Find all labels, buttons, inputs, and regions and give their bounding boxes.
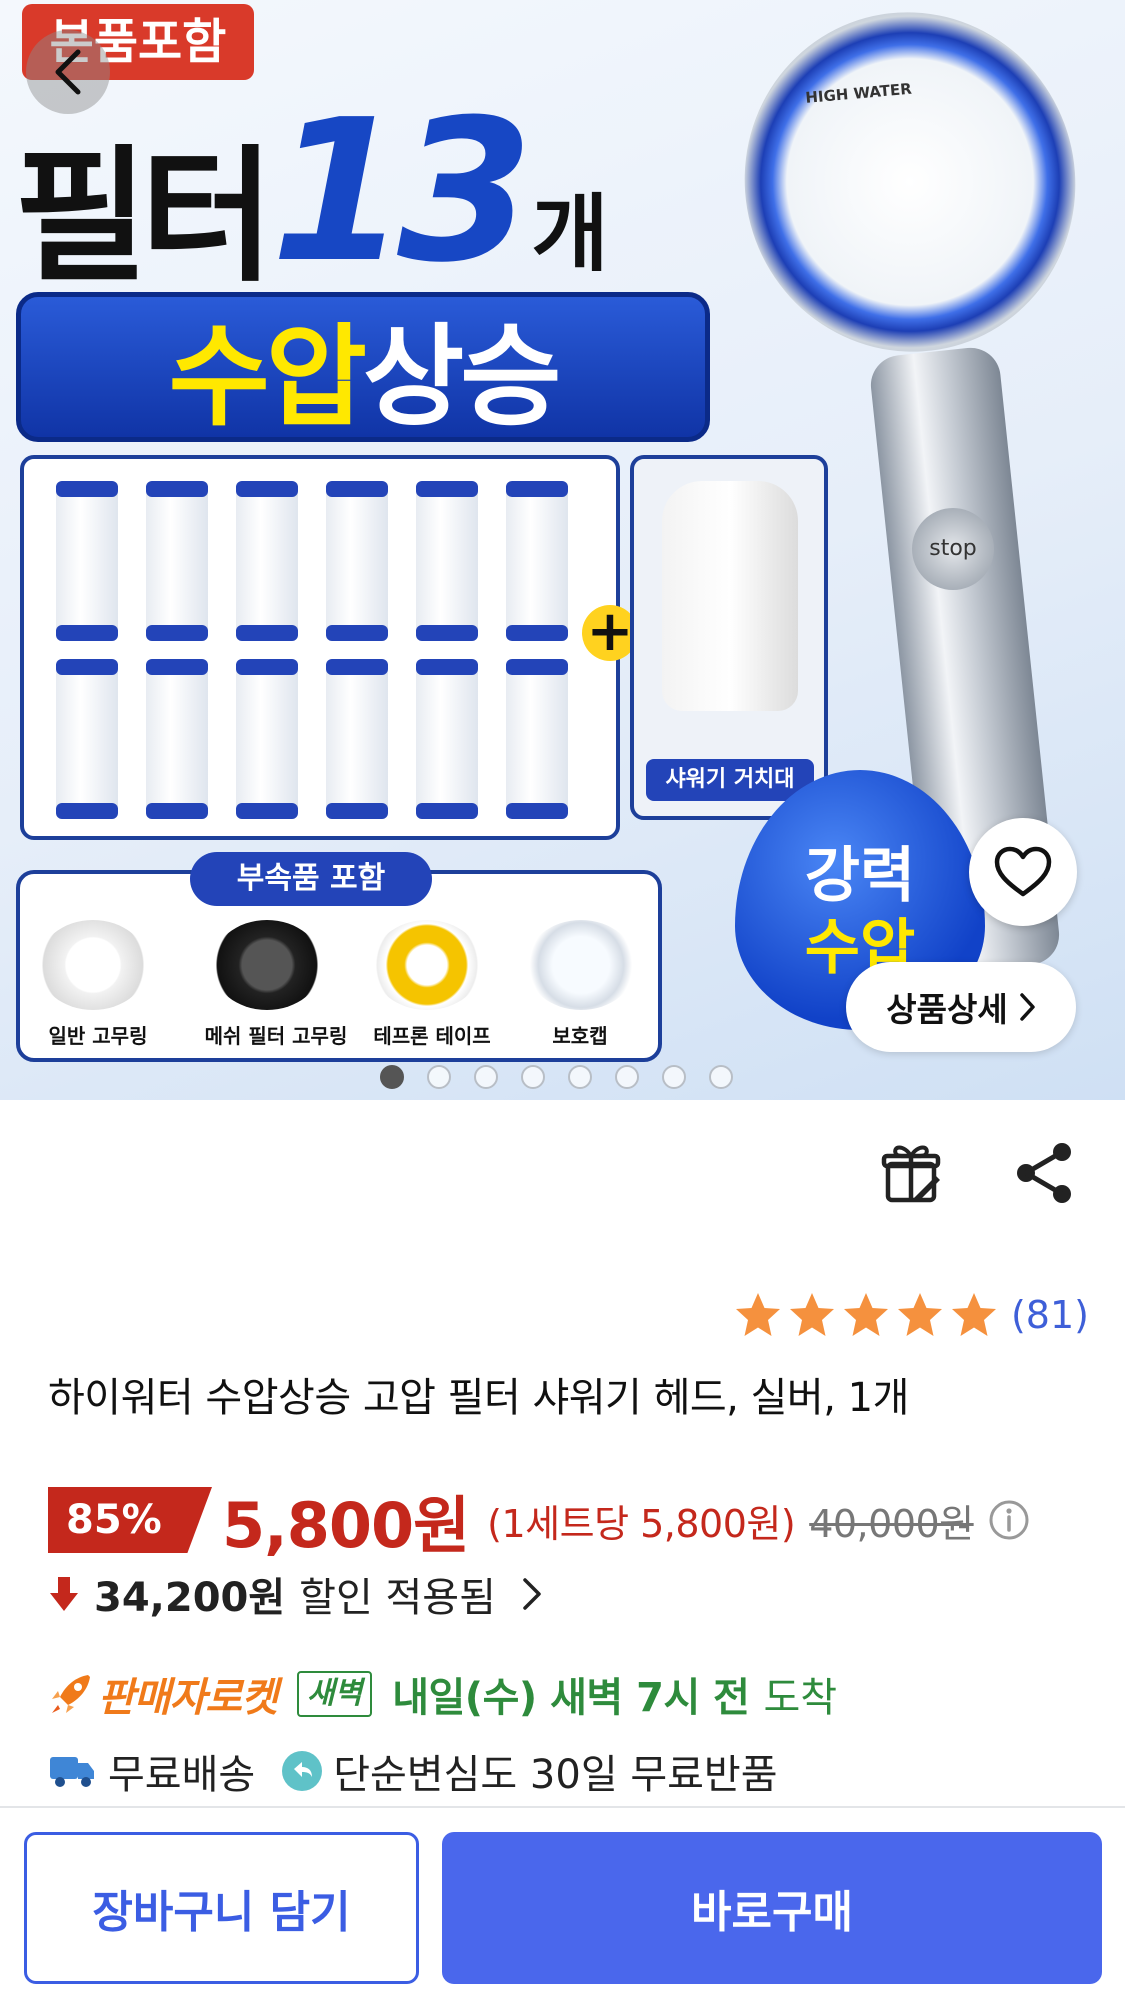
- gift-button[interactable]: [878, 1140, 944, 1206]
- star-icon: [735, 1293, 780, 1336]
- carousel-dot[interactable]: [380, 1065, 404, 1089]
- sale-price: 5,800원: [222, 1489, 470, 1562]
- star-icon: [789, 1293, 834, 1336]
- carousel-dot[interactable]: [662, 1065, 686, 1089]
- pressure-banner-white: 상승: [363, 313, 561, 441]
- gift-icon: [881, 1145, 941, 1203]
- carousel-dot[interactable]: [474, 1065, 498, 1089]
- star-rating: [733, 1290, 999, 1340]
- filter-cartridge: [56, 481, 118, 641]
- rocket-icon: [52, 1675, 90, 1713]
- accessory-label: 보호캡: [552, 1024, 608, 1048]
- discount-amount: 34,200원: [94, 1575, 286, 1621]
- delivery-info: 판매자로켓 새벽 내일(수) 새벽 7시 전 도착: [48, 1665, 837, 1723]
- carousel-dot[interactable]: [521, 1065, 545, 1089]
- chevron-left-icon: [55, 49, 81, 95]
- price-row: 85% 5,800원 (1세트당 5,800원) 40,000원: [48, 1475, 1030, 1565]
- mesh-ring-image: [212, 920, 322, 1010]
- shower-head-image: HIGH WATER: [706, 0, 1114, 389]
- holder-label: 샤워기 거치대: [646, 759, 814, 801]
- bottom-action-bar: 장바구니 담기 바로구매: [0, 1806, 1125, 2000]
- arrow-down-icon: [50, 1577, 78, 1611]
- carousel-dot[interactable]: [709, 1065, 733, 1089]
- stop-button-image: stop: [912, 508, 994, 590]
- protective-cap-image: [526, 920, 636, 1010]
- discount-applied-label: 할인 적용됨: [299, 1575, 496, 1621]
- star-icon: [843, 1293, 888, 1336]
- shower-holder-image: [662, 481, 798, 711]
- truck-icon: [50, 1757, 94, 1787]
- filter-cartridge: [326, 481, 388, 641]
- hero-title-number: 13: [270, 78, 534, 306]
- shipping-info: 무료배송 단순변심도 30일 무료반품: [48, 1742, 778, 1800]
- pressure-banner-yellow: 수압: [168, 313, 367, 441]
- product-title: 하이워터 수압상승 고압 필터 샤워기 헤드, 실버, 1개: [48, 1375, 909, 1421]
- review-count[interactable]: (81): [1011, 1293, 1089, 1337]
- free-shipping-label: 무료배송: [108, 1752, 256, 1798]
- return-icon: [282, 1751, 323, 1791]
- chevron-right-icon: [523, 1578, 541, 1610]
- heart-icon: [994, 846, 1052, 897]
- product-image-carousel[interactable]: HIGH WATER stop 본품포함 필터 13 개 수압 상승 + 샤워기…: [0, 0, 1125, 1100]
- add-to-cart-button[interactable]: 장바구니 담기: [24, 1832, 419, 1984]
- filter-cartridge: [416, 659, 478, 819]
- original-price: 40,000원: [809, 1501, 974, 1546]
- seller-rocket-label: 판매자로켓: [98, 1675, 278, 1721]
- filter-cartridge: [236, 659, 298, 819]
- share-icon: [1017, 1143, 1071, 1203]
- info-icon[interactable]: [988, 1499, 1030, 1541]
- shower-head-label: HIGH WATER: [804, 79, 913, 107]
- accessory-label: 테프론 테이프: [373, 1024, 491, 1048]
- product-action-icons: [0, 1140, 1125, 1210]
- accessory-label: 메쉬 필터 고무링: [204, 1024, 348, 1048]
- chevron-right-icon: [1019, 993, 1035, 1021]
- carousel-indicator: [380, 1065, 733, 1089]
- filter-cartridge: [146, 659, 208, 819]
- filter-cartridge: [416, 481, 478, 641]
- filter-set-panel: [20, 455, 620, 840]
- teflon-tape-image: [372, 920, 482, 1010]
- carousel-dot[interactable]: [427, 1065, 451, 1089]
- free-return-label: 단순변심도 30일 무료반품: [333, 1752, 778, 1798]
- discount-summary[interactable]: 34,200원 할인 적용됨: [48, 1565, 546, 1623]
- unit-price: (1세트당 5,800원): [487, 1501, 796, 1546]
- hero-title-part1: 필터: [14, 132, 275, 302]
- buy-now-button[interactable]: 바로구매: [442, 1832, 1102, 1984]
- filter-cartridge: [506, 659, 568, 819]
- drop-text-line1: 강력: [804, 841, 916, 911]
- holder-panel: 샤워기 거치대: [630, 455, 828, 820]
- carousel-dot[interactable]: [615, 1065, 639, 1089]
- pressure-banner: 수압 상승: [16, 292, 710, 442]
- share-button[interactable]: [1012, 1140, 1078, 1206]
- wishlist-button[interactable]: [969, 818, 1077, 926]
- filter-cartridge: [506, 481, 568, 641]
- rating-summary[interactable]: (81): [733, 1290, 1089, 1340]
- arrival-suffix: 도착: [763, 1675, 838, 1721]
- filter-cartridge: [146, 481, 208, 641]
- filter-cartridge: [326, 659, 388, 819]
- product-detail-button[interactable]: 상품상세: [846, 962, 1076, 1052]
- hero-title-unit: 개: [531, 185, 609, 283]
- filter-cartridge: [56, 659, 118, 819]
- dawn-delivery-badge: 새벽: [297, 1671, 373, 1717]
- arrival-time: 내일(수) 새벽 7시 전: [392, 1675, 750, 1721]
- star-icon: [897, 1293, 942, 1336]
- carousel-dot[interactable]: [568, 1065, 592, 1089]
- back-button[interactable]: [26, 30, 110, 114]
- rubber-ring-image: [38, 920, 148, 1010]
- accessories-title: 부속품 포함: [190, 852, 432, 906]
- discount-rate-badge: 85%: [48, 1487, 212, 1553]
- filter-cartridge: [236, 481, 298, 641]
- accessory-label: 일반 고무링: [48, 1024, 148, 1048]
- product-detail-label: 상품상세: [886, 990, 1008, 1029]
- star-icon: [951, 1293, 996, 1336]
